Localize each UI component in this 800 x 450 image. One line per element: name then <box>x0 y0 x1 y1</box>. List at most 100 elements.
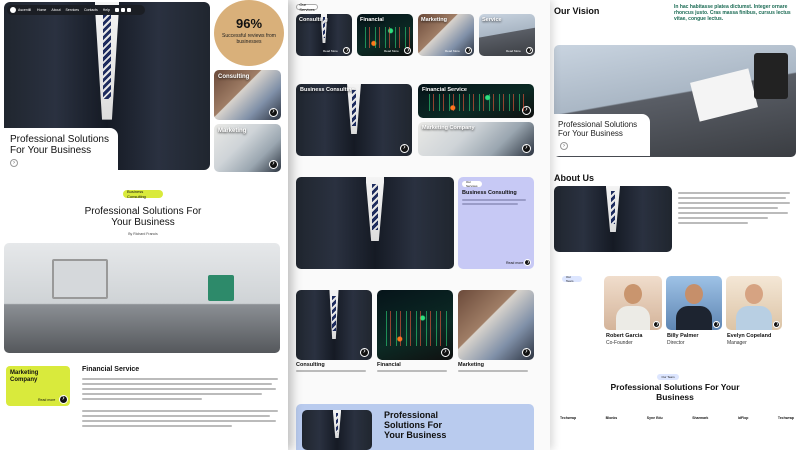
arrow-right-icon[interactable] <box>522 104 531 115</box>
card-consulting[interactable] <box>296 290 372 360</box>
arrow-right-icon[interactable]: › <box>10 159 18 167</box>
vision-title: Our Vision <box>554 6 600 16</box>
nav-services[interactable]: Services <box>66 8 79 12</box>
card-label: Service <box>482 17 502 23</box>
read-more-link[interactable]: Read More <box>445 49 460 53</box>
read-more-link[interactable]: Read More <box>384 49 399 53</box>
text-line <box>82 388 276 390</box>
text-line <box>678 212 788 214</box>
arrow-right-icon[interactable] <box>465 45 472 54</box>
twitter-icon[interactable] <box>120 8 125 12</box>
page-about-preview: Our Vision In hac habitasse platea dictu… <box>550 0 800 450</box>
arrow-right-icon[interactable] <box>59 393 68 404</box>
phone-image <box>754 53 788 99</box>
office-image <box>4 243 280 353</box>
about-image <box>554 186 672 252</box>
team-name: Billy Palmer <box>667 333 699 339</box>
text-line <box>458 370 528 372</box>
text-line <box>296 370 366 372</box>
arrow-right-icon[interactable] <box>360 346 369 357</box>
body-image <box>676 306 712 330</box>
body-image <box>736 306 772 330</box>
arrow-right-icon[interactable] <box>400 142 409 153</box>
cta-title: Professional Solutions For Your Business <box>384 410 447 440</box>
card-marketing[interactable]: Marketing <box>214 124 281 172</box>
stat-caption: Successful reviews from businesses <box>222 33 276 45</box>
nav-help[interactable]: Help <box>103 8 110 12</box>
team-photo-robert <box>604 276 662 330</box>
arrow-right-icon[interactable]: › <box>560 142 568 150</box>
read-more-link[interactable]: Read more <box>38 398 55 402</box>
instagram-icon[interactable] <box>126 8 131 12</box>
nav-contacts[interactable]: Contacts <box>84 8 98 12</box>
arrow-right-icon[interactable] <box>404 45 411 54</box>
card-financial[interactable]: Financial Read More <box>357 14 413 56</box>
our-team-tag: Our Team <box>657 374 679 380</box>
page-home-preview: Ascentill Home About Services Contacts H… <box>0 0 288 450</box>
card-financial-service[interactable]: Financial Service <box>418 84 534 118</box>
card-label: Marketing Company <box>422 125 475 131</box>
avatar <box>685 284 703 304</box>
arrow-right-icon[interactable] <box>526 45 533 54</box>
arrow-right-icon[interactable] <box>441 346 450 357</box>
byline: By Richard Francis <box>128 232 158 236</box>
logo-text[interactable]: Ascentill <box>18 8 31 12</box>
text-line <box>82 420 276 422</box>
marketing-company-title: Marketing Company <box>10 370 39 383</box>
text-line <box>82 415 270 417</box>
card-business-consulting[interactable]: Business Consulting <box>296 84 412 156</box>
logo-idflop: IdFlop <box>737 416 749 420</box>
team-photo-billy <box>666 276 722 330</box>
avatar <box>745 284 763 304</box>
team-photo-evelyn <box>726 276 782 330</box>
page-services-preview: Our Services Consulting Read More Financ… <box>288 0 550 450</box>
read-more-link[interactable]: Read More <box>506 49 521 53</box>
card-marketing-company[interactable]: Marketing Company <box>418 122 534 156</box>
text-line <box>82 410 278 412</box>
nav-home[interactable]: Home <box>37 8 46 12</box>
card-consulting[interactable]: Consulting <box>214 70 281 120</box>
text-line <box>462 199 526 201</box>
arrow-right-icon[interactable] <box>522 142 531 153</box>
hero-title: Professional Solutions For Your Business <box>10 134 109 156</box>
nav-about[interactable]: About <box>51 8 60 12</box>
marketing-company-card[interactable]: Marketing Company Read more <box>6 366 70 406</box>
arrow-right-icon[interactable] <box>653 319 660 328</box>
card-label: Marketing <box>421 17 447 23</box>
card-marketing-label: Marketing <box>218 128 247 134</box>
team-role: Manager <box>727 340 747 346</box>
team-name: Evelyn Copeland <box>727 333 772 339</box>
card-consulting[interactable]: Consulting Read More <box>296 14 352 56</box>
logo-strip: Techwrap Blonks Syne Edu Sharmark IdFlop… <box>560 416 794 420</box>
card-consulting-label: Consulting <box>218 74 250 80</box>
arrow-right-icon[interactable] <box>713 319 720 328</box>
business-consulting-title: Business Consulting <box>462 190 517 196</box>
body-image <box>616 306 650 330</box>
card-marketing[interactable]: Marketing Read More <box>418 14 474 56</box>
our-team-tag: Our Team <box>562 275 582 283</box>
text-line <box>678 222 748 224</box>
read-more-link[interactable]: Read More <box>323 49 338 53</box>
text-line <box>678 207 778 209</box>
logo-icon <box>10 7 16 13</box>
arrow-right-icon[interactable] <box>269 106 278 117</box>
facebook-icon[interactable] <box>114 8 119 12</box>
text-line <box>82 393 262 395</box>
arrow-right-icon[interactable] <box>522 346 531 357</box>
cta-image <box>302 410 372 450</box>
card-financial[interactable] <box>377 290 453 360</box>
arrow-right-icon[interactable] <box>269 158 278 169</box>
card-marketing[interactable] <box>458 290 534 360</box>
read-more-link[interactable]: Read more <box>506 261 523 265</box>
arrow-right-icon[interactable] <box>343 45 350 54</box>
consulting-caption: Consulting <box>296 362 325 368</box>
financial-caption: Financial <box>377 362 401 368</box>
bottom-title: Professional Solutions For Your Business <box>610 382 740 402</box>
text-line <box>82 425 232 427</box>
arrow-right-icon[interactable] <box>773 319 780 328</box>
marketing-caption: Marketing <box>458 362 484 368</box>
card-label: Financial Service <box>422 87 467 93</box>
business-consulting-card[interactable]: Our Services Business Consulting Read mo… <box>458 177 534 269</box>
arrow-right-icon[interactable] <box>524 257 531 266</box>
card-service[interactable]: Service Read More <box>479 14 535 56</box>
